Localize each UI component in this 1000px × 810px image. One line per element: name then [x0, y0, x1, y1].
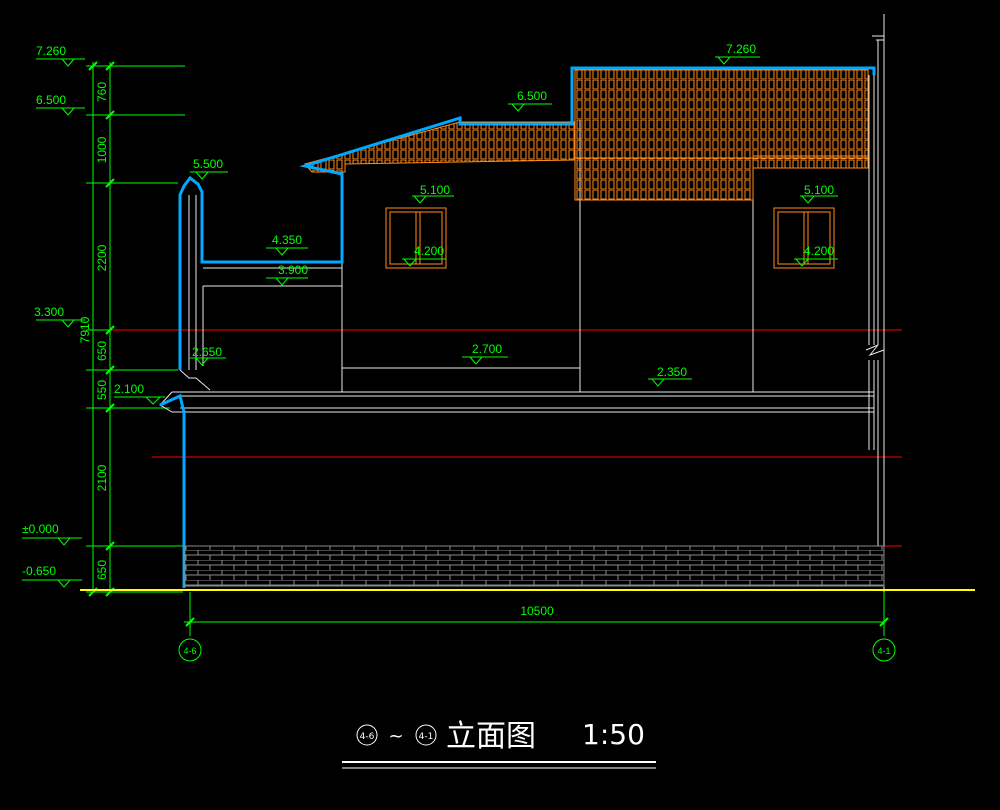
total-height-label: 7910: [78, 316, 92, 343]
level-label: 2.350: [657, 365, 687, 379]
level-label: -0.650: [22, 564, 56, 578]
title-scale: 1:50: [582, 718, 645, 751]
dim-label: 2200: [95, 244, 109, 271]
brick-plinth: [183, 545, 885, 587]
axis-label: 4-1: [877, 646, 890, 656]
axis-bubble-right: 4-1: [872, 638, 896, 662]
level-label: 5.100: [804, 183, 834, 197]
dim-label: 650: [95, 341, 109, 361]
level-label: 3.900: [278, 263, 308, 277]
level-lines: [112, 329, 902, 547]
level-label: 7.260: [726, 42, 756, 56]
dim-label: 550: [95, 380, 109, 400]
title-name: 立面图: [446, 719, 536, 754]
lower-roof-tiles: [304, 121, 576, 173]
roof-tiles: [304, 69, 869, 201]
level-label: 2.650: [192, 345, 222, 359]
dim-label: 650: [95, 560, 109, 580]
level-label: 5.100: [420, 183, 450, 197]
left-level-labels: 7.260 6.500 3.300 2.100 ±0.000 -0.650: [22, 44, 144, 578]
roof-eave-tiles: [752, 155, 869, 169]
upper-roof-tiles: [574, 69, 869, 159]
title-tilde: ~: [388, 726, 403, 747]
level-label: 6.500: [517, 89, 547, 103]
title-axis-from: 4-6: [360, 732, 375, 742]
roof-tiles-drop: [574, 157, 754, 201]
axis-label: 4-6: [183, 646, 196, 656]
level-label: 3.300: [34, 305, 64, 319]
level-label: ±0.000: [22, 522, 59, 536]
drawing-title: 4-6 ~ 4-1 立面图 1:50: [342, 718, 656, 769]
level-label: 2.700: [472, 342, 502, 356]
level-label: 4.200: [804, 244, 834, 258]
title-axis-to: 4-1: [419, 732, 434, 742]
level-label: 4.350: [272, 233, 302, 247]
level-label: 4.200: [414, 244, 444, 258]
level-label: 5.500: [193, 157, 223, 171]
dim-label: 1000: [95, 136, 109, 163]
dim-label: 2100: [95, 464, 109, 491]
elevation-drawing: 7.260 6.500 3.300 2.100 ±0.000 -0.650 76…: [22, 14, 975, 769]
width-dimension-label: 10500: [520, 604, 554, 618]
axis-bubble-left: 4-6: [178, 638, 202, 662]
level-label: 2.100: [114, 382, 144, 396]
dim-label: 760: [95, 82, 109, 102]
level-label: 6.500: [36, 93, 66, 107]
level-label: 7.260: [36, 44, 66, 58]
